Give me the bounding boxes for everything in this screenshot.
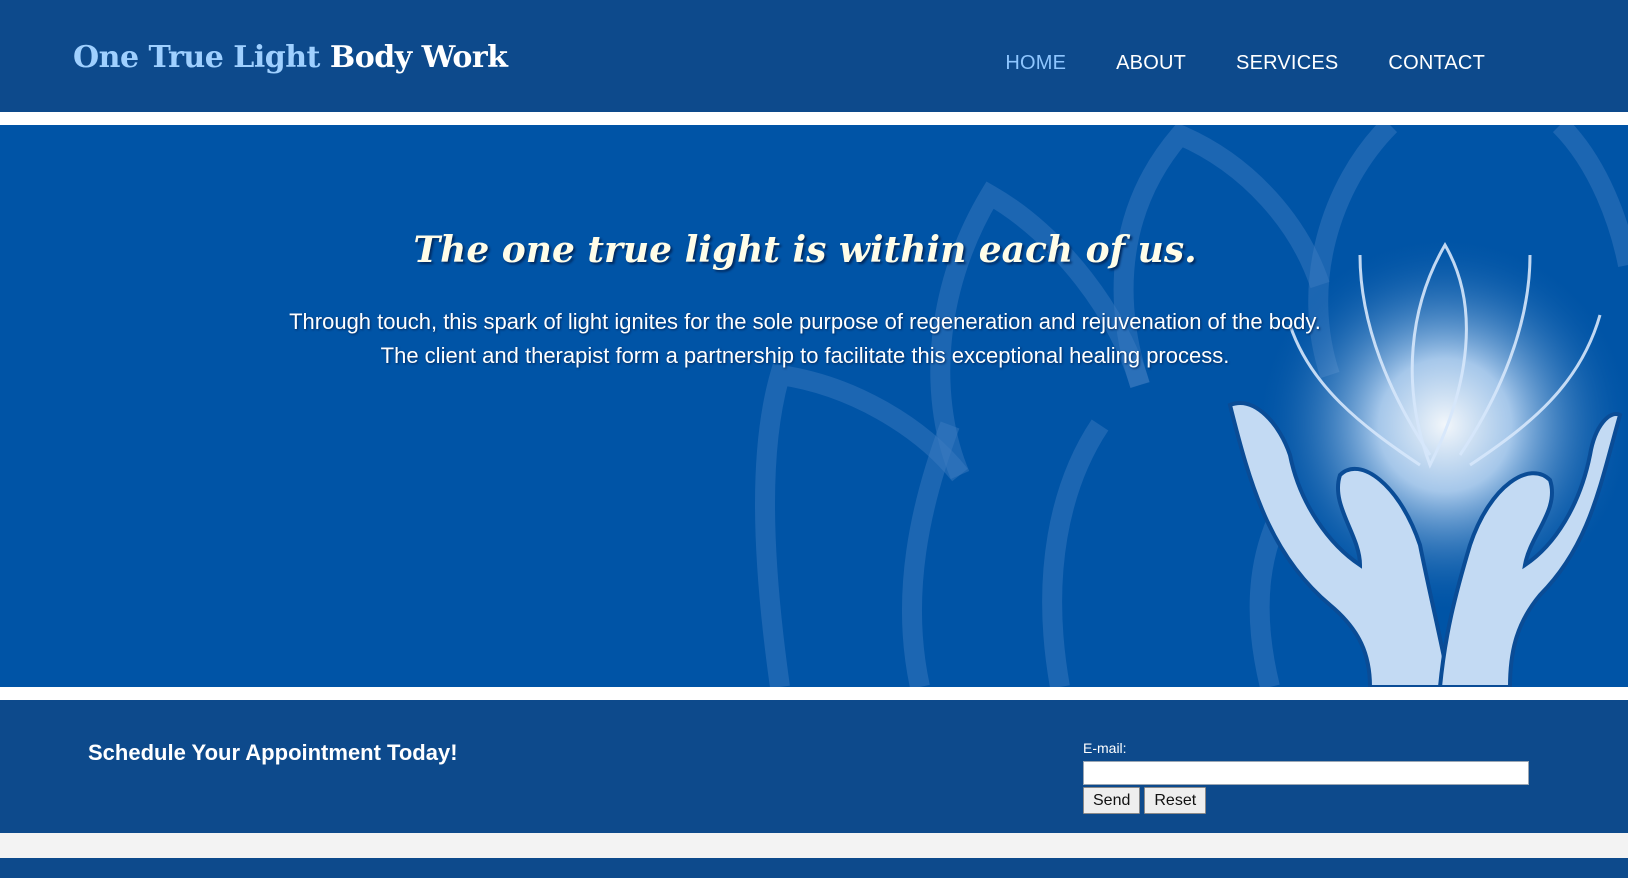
hero-line-one: Through touch, this spark of light ignit… — [289, 309, 1321, 334]
email-label: E-mail: — [1083, 740, 1127, 756]
appointment-heading: Schedule Your Appointment Today! — [88, 740, 458, 765]
divider-band — [0, 687, 1628, 700]
hero-title: The one true light is within each of us. — [413, 229, 1197, 271]
email-form: E-mail: Send Reset — [1083, 740, 1529, 814]
hands-holding-lotus-light-icon — [755, 125, 1628, 687]
site-logo[interactable]: One True Light Body Work — [73, 40, 508, 75]
nav-home[interactable]: HOME — [1005, 52, 1066, 75]
nav-about[interactable]: ABOUT — [1116, 52, 1186, 75]
appointment-section: Schedule Your Appointment Today! E-mail:… — [0, 700, 1628, 833]
site-header: One True Light Body Work HOME ABOUT SERV… — [0, 0, 1628, 112]
form-buttons: Send Reset — [1083, 787, 1529, 814]
email-field[interactable] — [1083, 761, 1529, 785]
bottom-bar — [0, 858, 1628, 878]
hero-line-two: The client and therapist form a partners… — [380, 343, 1230, 368]
divider-band — [0, 112, 1628, 125]
nav-services[interactable]: SERVICES — [1236, 52, 1338, 75]
send-button[interactable]: Send — [1083, 787, 1141, 814]
page-gap — [0, 833, 1628, 858]
logo-part-one: One True Light — [73, 40, 320, 75]
nav-contact[interactable]: CONTACT — [1388, 52, 1485, 75]
hero-section: The one true light is within each of us.… — [0, 125, 1628, 687]
reset-button[interactable]: Reset — [1144, 787, 1207, 814]
hero-description: Through touch, this spark of light ignit… — [0, 305, 1610, 373]
main-nav: HOME ABOUT SERVICES CONTACT — [1005, 52, 1485, 75]
logo-part-two: Body Work — [329, 40, 508, 75]
